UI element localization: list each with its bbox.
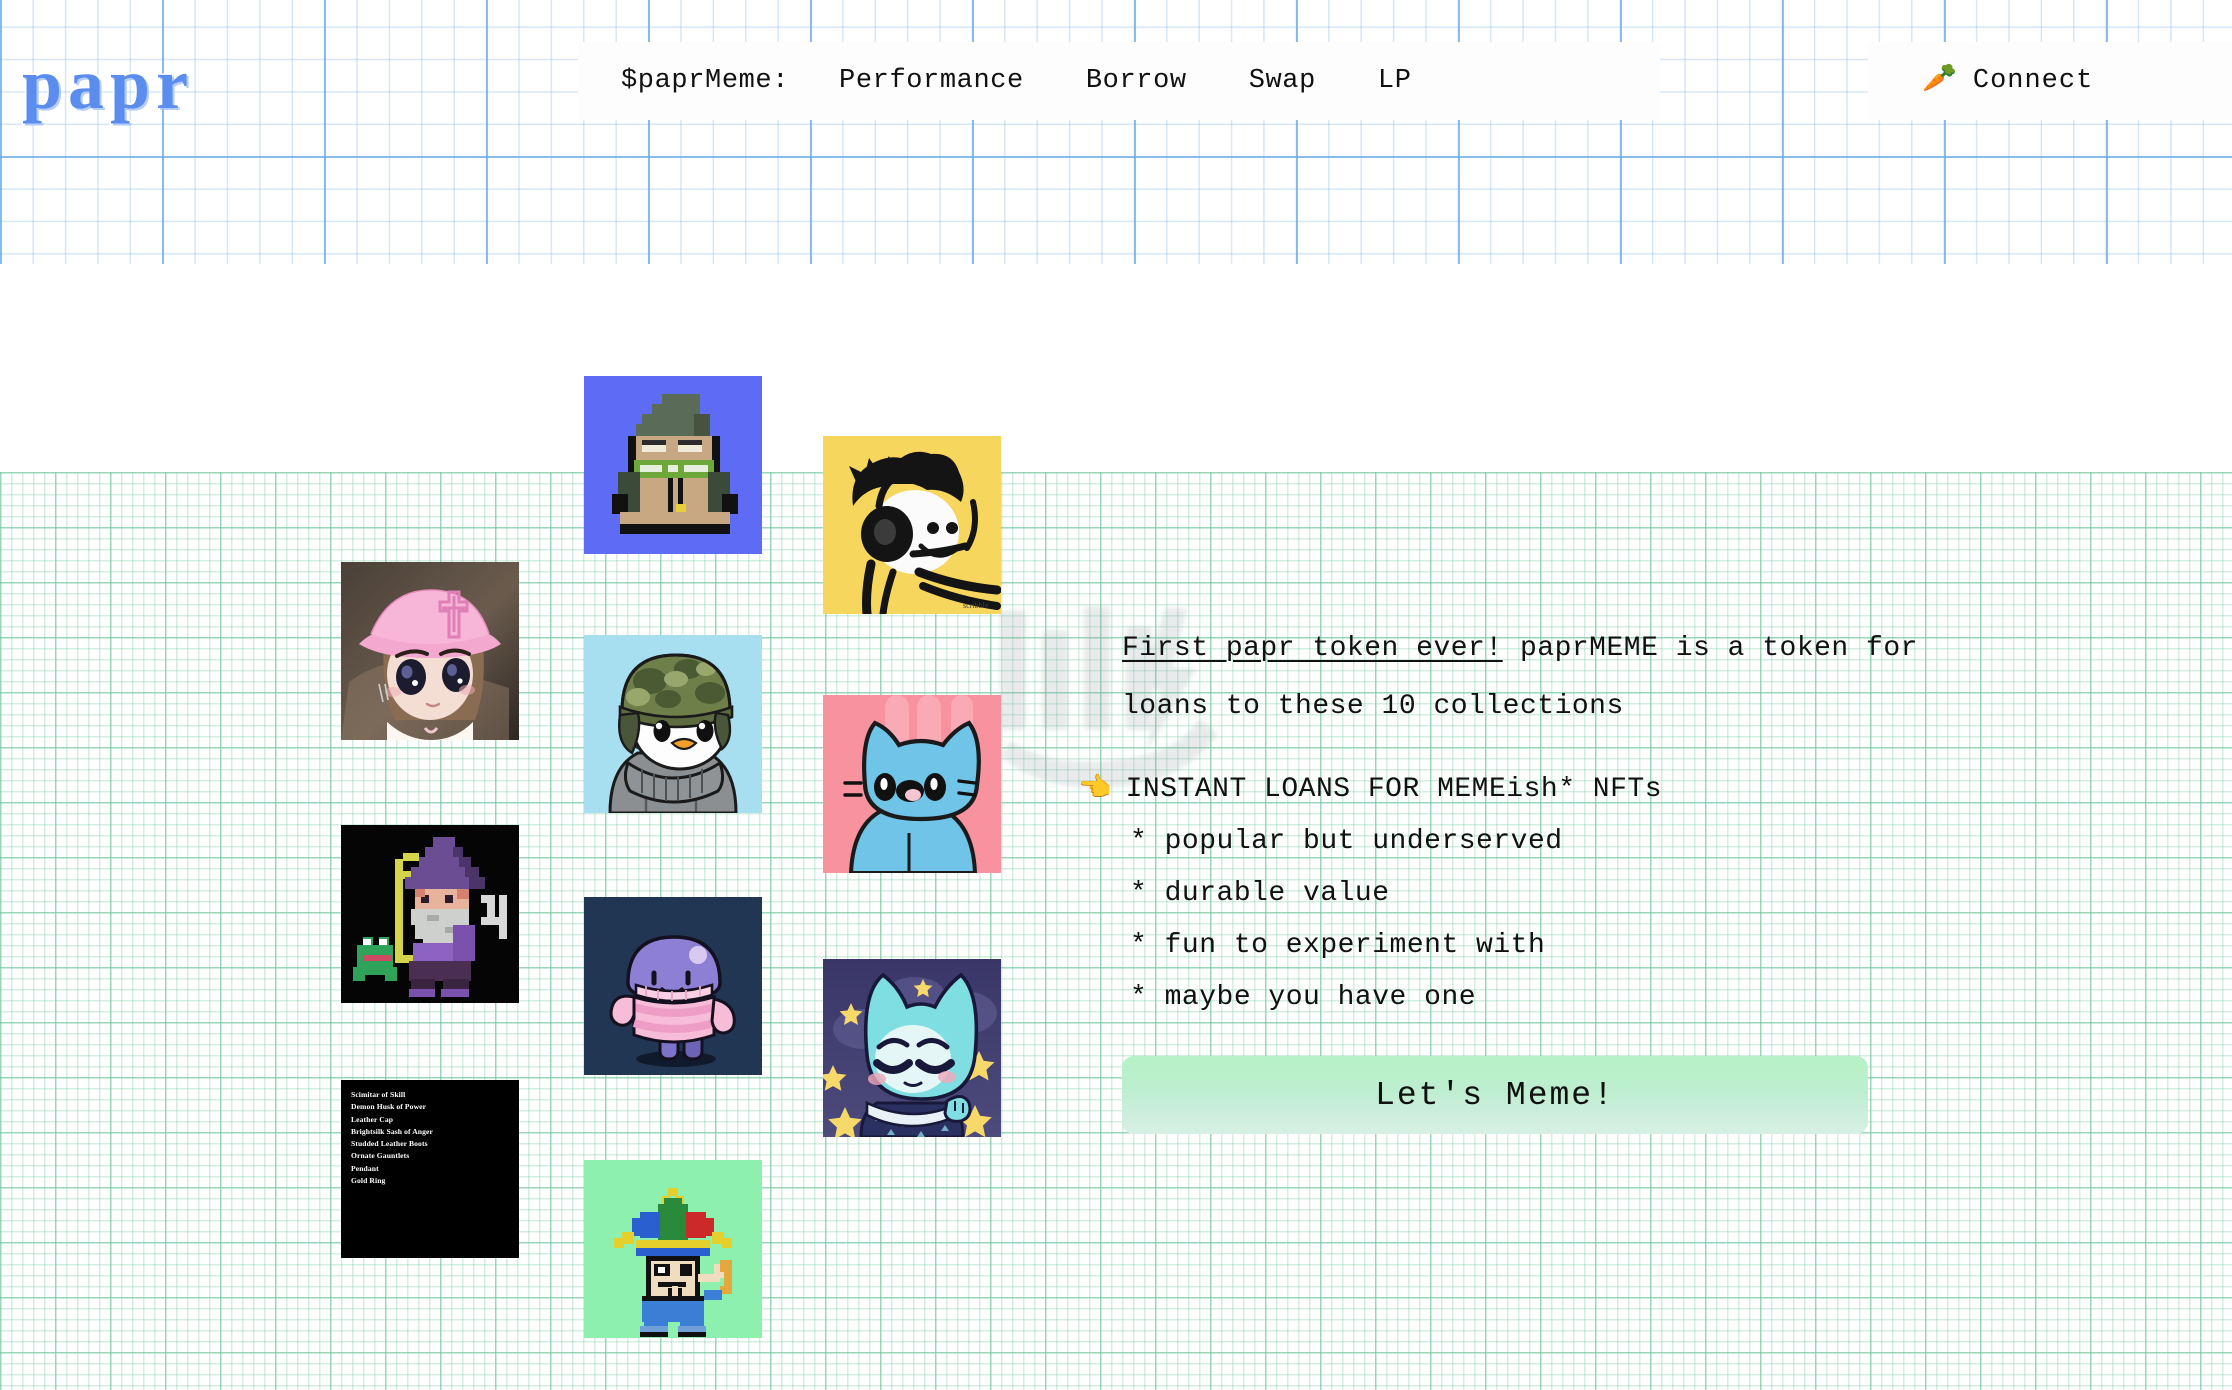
carrot-icon: 🥕 — [1922, 65, 1957, 96]
hero-point-item: * popular but underserved — [1130, 826, 1563, 857]
hero-point-headline-row: 👈 INSTANT LOANS FOR MEMEish* NFTs — [1078, 764, 1922, 816]
svg-text:scribble: scribble — [963, 601, 989, 610]
nft-pixel-jester[interactable] — [584, 1160, 762, 1338]
nft-pudgy-penguin[interactable] — [584, 635, 762, 813]
pointing-hand-icon: 👈 — [1078, 775, 1112, 805]
hero-lede: First papr token ever! paprMEME is a tok… — [1122, 620, 1922, 736]
hero-point-headline: INSTANT LOANS FOR MEMEish* NFTs — [1125, 774, 1663, 805]
loot-item: Studded Leather Boots — [351, 1139, 428, 1149]
nav-lp[interactable]: LP — [1378, 66, 1412, 96]
hero-point-item: * fun to experiment with — [1130, 930, 1546, 961]
primary-nav: $paprMeme: Performance Borrow Swap LP — [578, 42, 1660, 120]
nft-purple-blob[interactable] — [584, 897, 762, 1075]
loot-item: Ornate Gauntlets — [351, 1151, 410, 1161]
hero-points: 👈 INSTANT LOANS FOR MEMEish* NFTs * popu… — [1078, 764, 1922, 1024]
nav-swap[interactable]: Swap — [1249, 66, 1316, 96]
header-spacer — [0, 264, 2232, 472]
nft-loot-bag[interactable]: Scimitar of Skill Demon Husk of Power Le… — [341, 1080, 519, 1258]
loot-item: Leather Cap — [351, 1114, 394, 1124]
loot-item-list: Scimitar of Skill Demon Husk of Power Le… — [341, 1080, 519, 1258]
loot-item: Pendant — [351, 1163, 379, 1173]
nav-paprmeme[interactable]: $paprMeme: — [621, 66, 789, 96]
nav-borrow[interactable]: Borrow — [1086, 66, 1187, 96]
loot-item: Gold Ring — [351, 1176, 386, 1186]
logo-papr[interactable]: papr — [20, 47, 194, 122]
hero-point-item: * maybe you have one — [1130, 982, 1477, 1013]
nft-sleepy-cat[interactable] — [823, 959, 1001, 1137]
loot-item: Demon Husk of Power — [351, 1102, 427, 1112]
hero-point-item: * durable value — [1130, 878, 1390, 909]
nft-doodle-headphones[interactable]: scribble — [823, 436, 1001, 614]
nft-blue-cat[interactable] — [823, 695, 1001, 873]
nft-milady-pink-cap[interactable] — [341, 562, 519, 740]
nav-performance[interactable]: Performance — [839, 66, 1024, 96]
nft-pixel-wizard[interactable] — [341, 825, 519, 1003]
first-papr-token-link[interactable]: First papr token ever! — [1122, 633, 1503, 664]
nft-pixel-frog[interactable] — [584, 376, 762, 554]
loot-item: Brightsilk Sash of Anger — [351, 1126, 433, 1136]
lets-meme-button[interactable]: Let's Meme! — [1122, 1056, 1868, 1134]
hero-content: First papr token ever! paprMEME is a tok… — [1078, 620, 1922, 1134]
site-header: papr $paprMeme: Performance Borrow Swap … — [0, 0, 2232, 264]
connect-label: Connect — [1972, 66, 2094, 96]
connect-wallet-button[interactable]: 🥕 Connect — [1868, 42, 2232, 120]
loot-item: Scimitar of Skill — [351, 1090, 406, 1099]
header-inner: papr $paprMeme: Performance Borrow Swap … — [0, 0, 2232, 264]
